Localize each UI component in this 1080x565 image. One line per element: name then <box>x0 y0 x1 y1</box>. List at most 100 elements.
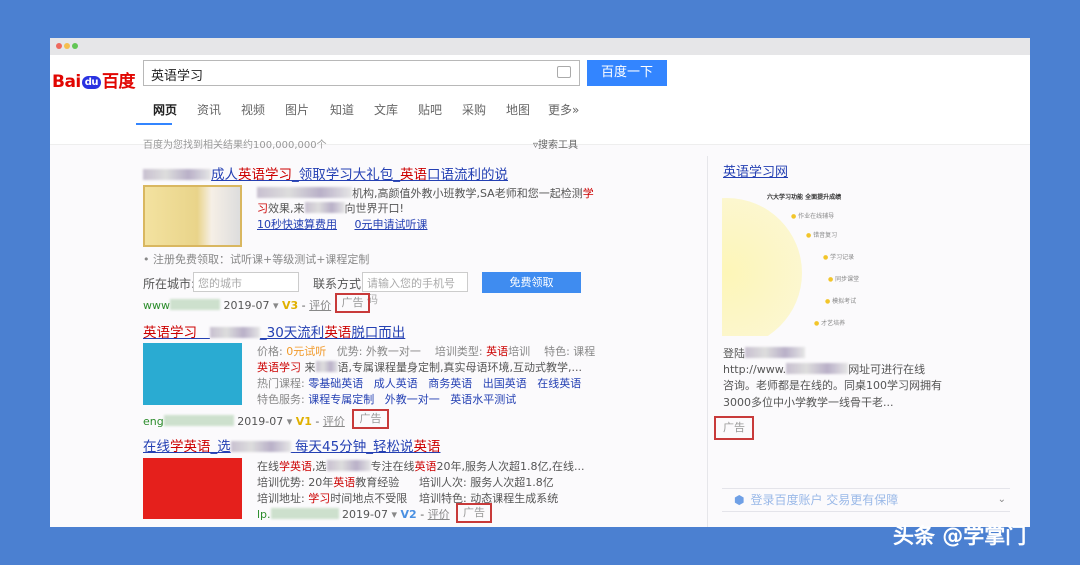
tab-zhidao[interactable]: 知道 <box>330 101 354 118</box>
tab-webpage[interactable]: 网页 <box>153 101 177 118</box>
desc: 20年,服务人次超1.8亿,在线... <box>436 460 585 473</box>
course-link[interactable]: 出国英语 <box>483 377 527 390</box>
date: 2019-07 <box>237 415 284 428</box>
tab-caigou[interactable]: 采购 <box>462 101 486 118</box>
desc: 英语 <box>486 345 509 358</box>
result-2-meta: eng 2019-07 ▾ V1 - 评价 <box>143 415 345 428</box>
result-3-title[interactable]: 在线学英语_选 每天45分钟_轻松说英语 <box>143 435 440 455</box>
title-seg: 英语 <box>400 167 427 183</box>
tab-wenku[interactable]: 文库 <box>374 101 398 118</box>
result-3-desc-2: 培训优势: 20年英语教育经验 培训人次: 服务人次超1.8亿 <box>257 474 554 490</box>
feature-item: ● 作业在线辅导 <box>791 213 835 220</box>
blurred <box>745 347 805 358</box>
tab-images[interactable]: 图片 <box>285 101 309 118</box>
course-link[interactable]: 在线英语 <box>537 377 581 390</box>
result-2-title[interactable]: 英语学习 _30天流利英语脱口而出 <box>143 321 405 341</box>
blurred <box>170 299 220 310</box>
search-tools[interactable]: ▿搜索工具 <box>533 136 578 151</box>
service-link[interactable]: 外教一对一 <box>385 393 440 406</box>
result-3-image[interactable] <box>143 458 242 519</box>
result-2-image[interactable] <box>143 343 242 405</box>
chevron-down-icon[interactable]: ⌄ <box>998 489 1006 511</box>
camera-icon[interactable] <box>557 66 571 78</box>
result-1-links: 10秒快速算费用 0元申请试听课 <box>257 216 427 232</box>
baidu-logo[interactable]: Bai du 百度 <box>52 67 136 92</box>
desc: 培训 特色: 课程 <box>508 345 596 358</box>
course-link[interactable]: 零基础英语 <box>308 377 363 390</box>
city-input[interactable]: 您的城市 <box>193 272 299 292</box>
title-seg: 英语 <box>324 325 352 341</box>
search-input[interactable]: 英语学习 <box>143 60 580 86</box>
feature-label: 错音复习 <box>813 232 838 239</box>
dropdown-icon[interactable]: ▾ <box>273 299 279 312</box>
review-link[interactable]: 评价 <box>428 508 450 521</box>
result-2-desc-2: 英语学习 来 语,专属课程量身定制,真实母语环境,互动式教学,... <box>257 359 582 375</box>
header: Bai du 百度 英语学习 百度一下 网页 资讯 视频 图片 知道 文库 贴吧 采… <box>50 55 1030 145</box>
url[interactable]: www <box>143 299 170 312</box>
desc: 网址可进行在线 <box>848 363 926 376</box>
result-count: 百度为您找到相关结果约100,000,000个 <box>143 140 327 151</box>
desc: 学习 <box>308 492 331 505</box>
minimize-dot[interactable] <box>64 43 70 49</box>
url[interactable]: lp. <box>257 508 271 521</box>
feature-item: ● 模拟考试 <box>825 298 857 305</box>
blurred <box>304 202 345 213</box>
course-link[interactable]: 成人英语 <box>374 377 418 390</box>
ad-label: 广告 <box>352 409 389 429</box>
result-1-desc-2: 习效果,来 向世界开口! <box>257 200 404 216</box>
url[interactable]: eng <box>143 415 164 428</box>
tab-more[interactable]: 更多» <box>548 101 579 118</box>
date: 2019-07 <box>342 508 389 521</box>
side-ad-image[interactable]: 六大学习功能 全面提升成绩 ● 作业在线辅导 ● 错音复习 ● 学习记录 ● 同… <box>722 188 882 336</box>
desc: 学 <box>582 187 594 200</box>
phone-input[interactable]: 请输入您的手机号码 <box>362 272 468 306</box>
review-link[interactable]: 评价 <box>323 415 345 428</box>
maximize-dot[interactable] <box>72 43 78 49</box>
result-2-services: 特色服务: 课程专属定制 外教一对一 英语水平测试 <box>257 391 516 407</box>
feature-item: ● 学习记录 <box>823 254 855 261</box>
side-title[interactable]: 英语学习网 <box>723 161 788 180</box>
desc: 英语 <box>333 476 356 489</box>
browser-window: Bai du 百度 英语学习 百度一下 网页 资讯 视频 图片 知道 文库 贴吧 采… <box>50 38 1030 527</box>
active-tab-underline <box>136 123 172 125</box>
result-1-title[interactable]: 成人英语学习_领取学习大礼包_英语口语流利的说 <box>143 163 508 183</box>
link-free-trial[interactable]: 0元申请试听课 <box>354 218 427 231</box>
login-banner[interactable]: ⬢ 登录百度账户 交易更有保障 ⌄ <box>722 488 1010 512</box>
blurred <box>270 508 339 519</box>
tab-news[interactable]: 资讯 <box>197 101 221 118</box>
result-1-image[interactable] <box>143 185 242 247</box>
dropdown-icon[interactable]: ▾ <box>392 508 398 521</box>
tab-tieba[interactable]: 贴吧 <box>418 101 442 118</box>
desc: 专注在线 <box>370 460 415 473</box>
dropdown-icon[interactable]: ▾ <box>287 415 293 428</box>
feature-label: 同步课堂 <box>835 276 860 283</box>
feature-label: 才艺培养 <box>821 320 846 327</box>
claim-free-button[interactable]: 免费领取 <box>482 272 581 293</box>
result-3-desc-3: 培训地址: 学习时间地点不受限 培训特色: 动态课程生成系统 <box>257 490 558 506</box>
tab-map[interactable]: 地图 <box>506 101 530 118</box>
v-badge-icon[interactable]: V3 <box>282 299 298 312</box>
sun-graphic <box>722 198 802 336</box>
link-fee-calc[interactable]: 10秒快速算费用 <box>257 218 337 231</box>
search-button[interactable]: 百度一下 <box>587 60 667 86</box>
desc: 特色服务: <box>257 393 309 406</box>
desc: 培训优势: 20年 <box>257 476 334 489</box>
watermark: 头条 @学掌门 <box>893 524 1027 548</box>
desc: 英语 <box>414 460 437 473</box>
close-dot[interactable] <box>56 43 62 49</box>
service-link[interactable]: 英语水平测试 <box>450 393 516 406</box>
service-link[interactable]: 课程专属定制 <box>308 393 374 406</box>
feature-label: 学习记录 <box>830 254 855 261</box>
result-3-desc-1: 在线学英语,选 专注在线英语20年,服务人次超1.8亿,在线... <box>257 458 584 474</box>
v-badge-icon[interactable]: V1 <box>296 415 312 428</box>
blurred-brand <box>143 169 211 180</box>
feature-item: ● 才艺培养 <box>814 320 846 327</box>
course-link[interactable]: 商务英语 <box>428 377 472 390</box>
desc: 价格: <box>257 345 287 358</box>
v-badge-icon[interactable]: V2 <box>401 508 417 521</box>
tab-video[interactable]: 视频 <box>241 101 265 118</box>
right-ad-panel: 英语学习网 六大学习功能 全面提升成绩 ● 作业在线辅导 ● 错音复习 ● 学习… <box>707 156 1017 527</box>
side-desc-1: 登陆 <box>723 345 805 361</box>
ad-label: 广告 <box>714 416 754 440</box>
review-link[interactable]: 评价 <box>309 299 331 312</box>
